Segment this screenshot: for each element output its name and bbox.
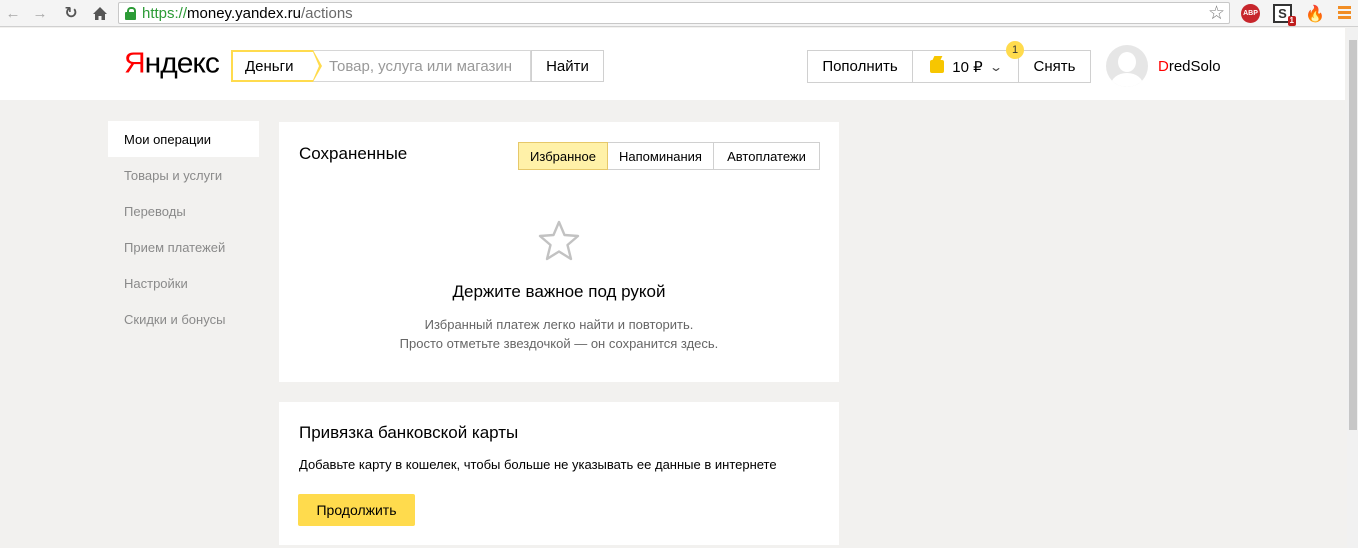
balance-value: 10 ₽ (952, 58, 983, 76)
service-tab-label: Деньги (245, 57, 294, 75)
bookmark-star-icon[interactable]: ☆ (1208, 2, 1225, 25)
tab-reminders[interactable]: Напоминания (608, 142, 714, 170)
topup-button[interactable]: Пополнить (807, 50, 913, 83)
forward-arrow-icon[interactable]: → (31, 4, 49, 22)
username[interactable]: DredSolo (1158, 58, 1221, 75)
reload-icon[interactable]: ↻ (62, 4, 80, 22)
s-extension-label: S (1278, 6, 1287, 21)
chevron-down-icon: ⌄ (988, 59, 1003, 74)
bank-card-panel: Привязка банковской карты Добавьте карту… (279, 402, 839, 545)
sidebar-item-my-operations[interactable]: Мои операции (108, 121, 259, 157)
browser-toolbar: ← → ↻ https://money.yandex.ru/actions ☆ … (0, 0, 1358, 27)
bank-card-title: Привязка банковской карты (299, 423, 519, 442)
sidebar-item-goods-services[interactable]: Товары и услуги (108, 157, 259, 193)
star-icon (538, 220, 580, 261)
empty-state-title: Держите важное под рукой (452, 282, 666, 301)
empty-state-line-1: Избранный платеж легко найти и повторить… (424, 317, 694, 332)
lock-icon (125, 6, 136, 20)
wallet-icon (930, 60, 945, 73)
sidebar-item-discounts[interactable]: Скидки и бонусы (108, 301, 259, 337)
adblock-label: ABP (1243, 10, 1258, 17)
sidebar-item-transfers[interactable]: Переводы (108, 193, 259, 229)
search-button[interactable]: Найти (531, 50, 604, 82)
browser-menu-icon[interactable] (1338, 6, 1351, 21)
url-scheme: https:// (142, 4, 188, 22)
address-bar[interactable]: https://money.yandex.ru/actions (118, 2, 1230, 24)
bank-card-text: Добавьте карту в кошелек, чтобы больше н… (299, 457, 777, 472)
adblock-extension-icon[interactable]: ABP (1241, 4, 1260, 23)
back-arrow-icon[interactable]: ← (4, 4, 22, 22)
empty-state-text: Избранный платеж легко найти и повторить… (279, 315, 839, 353)
sidebar-nav: Мои операции Товары и услуги Переводы Пр… (108, 121, 259, 337)
yandex-logo[interactable]: Яндекс (124, 48, 220, 80)
continue-button[interactable]: Продолжить (298, 494, 415, 526)
saved-panel: Сохраненные Избранное Напоминания Автопл… (279, 122, 839, 382)
tab-autopayments[interactable]: Автоплатежи (714, 142, 820, 170)
page-scrollbar[interactable] (1347, 28, 1358, 548)
home-icon[interactable] (91, 4, 109, 22)
saved-tabs: Избранное Напоминания Автоплатежи (518, 142, 820, 170)
wallet-actions: Пополнить 10 ₽ ⌄ Снять (807, 50, 1091, 83)
fire-extension-icon[interactable]: 🔥 (1305, 4, 1325, 23)
search-input[interactable] (313, 50, 531, 82)
service-tab-money[interactable]: Деньги (231, 50, 322, 82)
s-extension-icon[interactable]: S1 (1273, 4, 1296, 26)
sidebar-item-settings[interactable]: Настройки (108, 265, 259, 301)
url-host: money.yandex.ru (187, 4, 301, 22)
balance-dropdown[interactable]: 10 ₽ ⌄ (913, 50, 1019, 83)
saved-title: Сохраненные (299, 144, 408, 163)
notification-badge[interactable]: 1 (1006, 41, 1024, 59)
extension-badge: 1 (1287, 16, 1296, 26)
scrollbar-thumb[interactable] (1349, 40, 1357, 430)
sidebar-item-accept-payments[interactable]: Прием платежей (108, 229, 259, 265)
withdraw-button[interactable]: Снять (1019, 50, 1091, 83)
avatar[interactable] (1106, 45, 1148, 87)
url-path: /actions (300, 4, 353, 22)
site-header: Яндекс Деньги Найти Пополнить 10 ₽ ⌄ Сня… (0, 28, 1345, 100)
tab-favorites[interactable]: Избранное (518, 142, 608, 170)
search-form: Деньги Найти (231, 50, 604, 82)
empty-state-line-2: Просто отметьте звездочкой — он сохранит… (399, 336, 719, 351)
